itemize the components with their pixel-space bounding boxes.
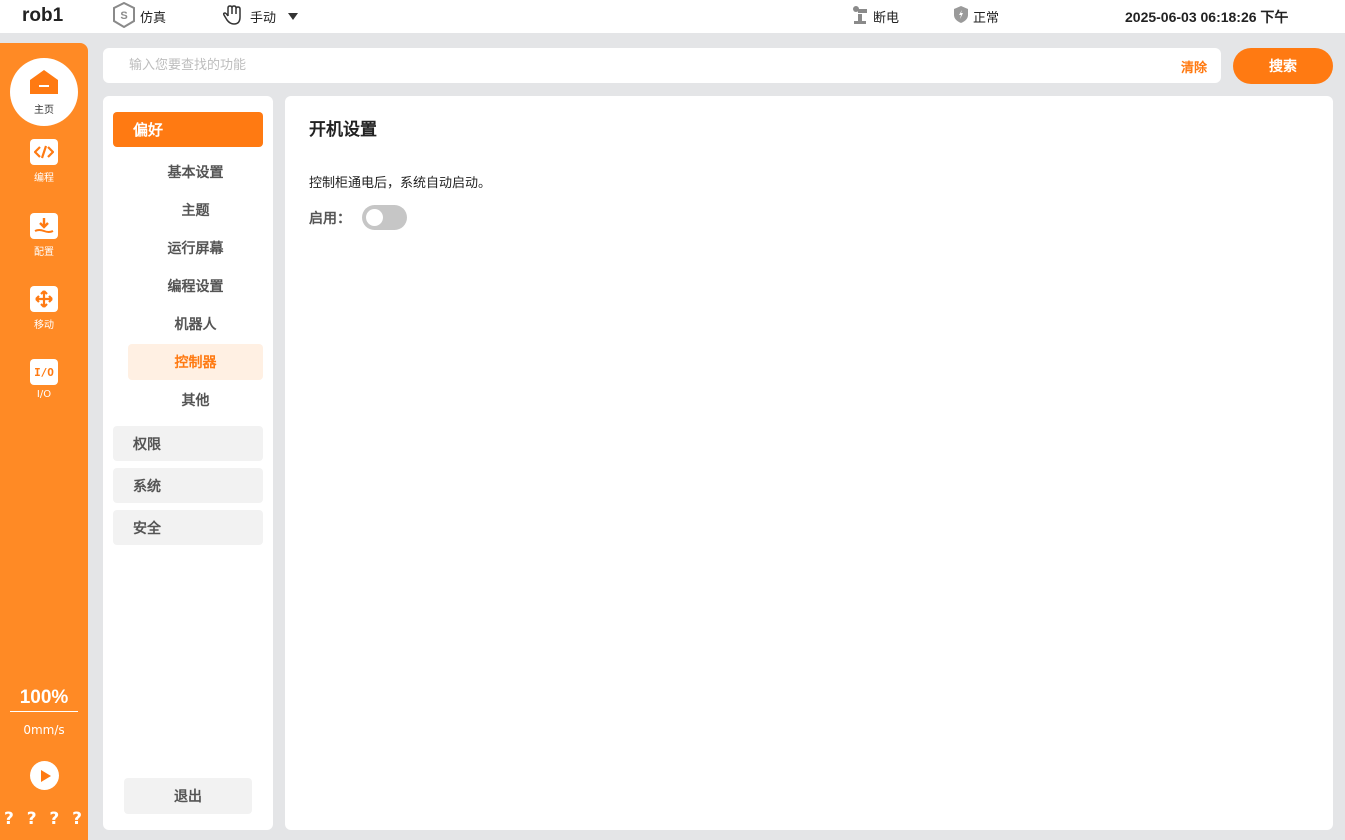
power-status: 断电 xyxy=(851,0,899,33)
nav-config-label: 配置 xyxy=(34,247,54,258)
startup-settings-panel: 开机设置 控制柜通电后，系统自动启动。 启用： xyxy=(285,96,1333,830)
menu-group-system[interactable]: 系统 xyxy=(113,468,263,503)
sim-mode-indicator[interactable]: S 仿真 xyxy=(112,0,166,33)
nav-home-label: 主页 xyxy=(34,104,54,116)
safety-status: 正常 xyxy=(953,0,999,33)
nav-programming[interactable]: 编程 xyxy=(0,139,88,184)
menu-item-basic-settings[interactable]: 基本设置 xyxy=(128,154,263,190)
speed-percent[interactable]: 100% xyxy=(0,687,88,709)
search-input[interactable] xyxy=(103,48,1163,83)
menu-item-robot[interactable]: 机器人 xyxy=(128,306,263,342)
operation-mode-dropdown[interactable]: 手动 xyxy=(222,0,299,33)
menu-item-other[interactable]: 其他 xyxy=(128,382,263,418)
menu-item-theme[interactable]: 主题 xyxy=(128,192,263,228)
help-mark[interactable]: ? xyxy=(27,809,37,829)
settings-menu: 偏好 基本设置 主题 运行屏幕 编程设置 机器人 控制器 其他 权限 系统 安全… xyxy=(103,96,273,830)
robot-arm-icon xyxy=(851,5,869,29)
nav-programming-label: 编程 xyxy=(34,173,54,184)
speed-divider xyxy=(10,711,78,712)
nav-move[interactable]: 移动 xyxy=(0,286,88,331)
top-bar: rob1 S 仿真 手动 断电 正常 2025-06-03 06:18:26 下… xyxy=(0,0,1345,33)
enable-label: 启用： xyxy=(309,211,351,227)
play-button[interactable] xyxy=(30,761,59,790)
config-icon xyxy=(30,213,58,239)
clear-button[interactable]: 清除 xyxy=(1181,57,1207,76)
search-box: 清除 xyxy=(103,48,1221,83)
io-icon: I/O xyxy=(30,359,58,385)
startup-description: 控制柜通电后，系统自动启动。 xyxy=(309,176,492,191)
menu-group-safety[interactable]: 安全 xyxy=(113,510,263,545)
nav-io-label: I/O xyxy=(36,389,52,400)
home-icon xyxy=(29,69,59,99)
nav-move-label: 移动 xyxy=(34,320,54,331)
toggle-knob xyxy=(366,209,383,226)
page-title: 开机设置 xyxy=(309,120,377,140)
search-button[interactable]: 搜索 xyxy=(1233,48,1333,84)
robot-name[interactable]: rob1 xyxy=(22,5,63,27)
power-label: 断电 xyxy=(873,11,900,26)
speed-value: 0mm/s xyxy=(23,723,65,737)
svg-text:S: S xyxy=(120,10,127,22)
move-icon xyxy=(30,286,58,312)
menu-item-programming-settings[interactable]: 编程设置 xyxy=(128,268,263,304)
menu-group-permissions[interactable]: 权限 xyxy=(113,426,263,461)
menu-group-preferences[interactable]: 偏好 xyxy=(113,112,263,147)
menu-item-run-screen[interactable]: 运行屏幕 xyxy=(128,230,263,266)
mode-label: 手动 xyxy=(250,11,277,26)
help-marks: ? ? ? ? xyxy=(4,809,88,829)
sim-label: 仿真 xyxy=(140,11,167,26)
safety-label: 正常 xyxy=(973,11,1000,26)
safety-shield-icon xyxy=(953,5,969,28)
exit-button[interactable]: 退出 xyxy=(124,778,252,814)
auto-start-toggle[interactable] xyxy=(362,205,407,230)
help-mark[interactable]: ? xyxy=(49,809,59,829)
nav-home[interactable]: 主页 xyxy=(10,58,78,126)
hand-icon xyxy=(222,4,246,30)
help-mark[interactable]: ? xyxy=(72,809,82,829)
play-icon xyxy=(41,769,51,782)
left-nav: 主页 编程 配置 移动 I/O I/O 100% 0mm/s ? ? ? ? xyxy=(0,43,88,840)
datetime: 2025-06-03 06:18:26 下午 xyxy=(1125,9,1289,25)
code-icon xyxy=(30,139,58,165)
sim-shield-icon: S xyxy=(112,1,136,32)
nav-io[interactable]: I/O I/O xyxy=(0,359,88,400)
chevron-down-icon xyxy=(288,13,299,20)
menu-item-controller[interactable]: 控制器 xyxy=(128,344,263,380)
nav-config[interactable]: 配置 xyxy=(0,213,88,258)
help-mark[interactable]: ? xyxy=(4,809,14,829)
